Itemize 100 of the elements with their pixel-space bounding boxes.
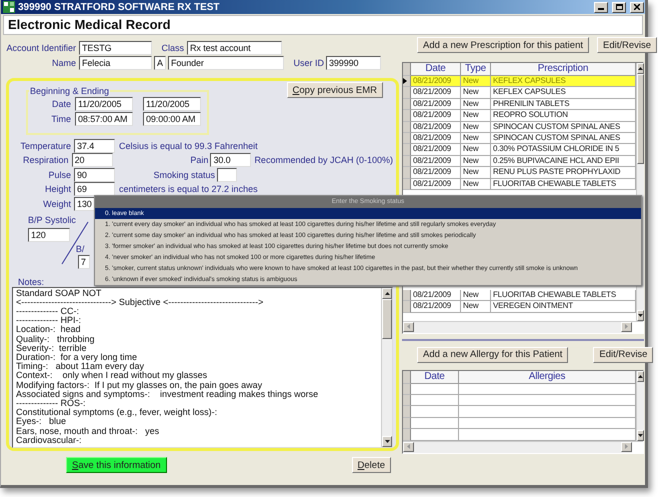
vertical-scrollbar[interactable]	[381, 288, 392, 447]
vertical-scrollbar[interactable]	[636, 370, 644, 441]
table-cell: 08/21/2009	[411, 156, 461, 168]
table-cell: New	[461, 110, 491, 122]
input-field[interactable]: 69	[74, 182, 115, 196]
input-field[interactable]: 20	[72, 153, 113, 168]
table-cell: 08/21/2009	[411, 167, 461, 179]
table-row[interactable]: 08/21/2009 New 0.25% BUPIVACAINE HCL AND EPII	[403, 156, 636, 168]
input-field[interactable]: 11/20/2005	[75, 97, 133, 111]
scroll-up-icon	[638, 67, 643, 70]
input-field[interactable]: Founder	[168, 56, 284, 70]
scroll-down-icon	[384, 440, 390, 443]
table-cell: 08/21/2009	[411, 76, 461, 88]
field-label: B/	[76, 244, 86, 254]
field-label: Temperature	[19, 141, 71, 151]
table-cell: 0.30% POTASSIUM CHLORIDE IN 5	[491, 144, 636, 156]
scroll-right-icon	[625, 444, 628, 450]
input-field[interactable]: 130	[74, 196, 96, 211]
scroll-down-icon	[638, 434, 643, 437]
input-field[interactable]: A	[154, 56, 166, 70]
column-header[interactable]: Type	[461, 63, 491, 76]
page-header: Electronic Medical Record	[3, 15, 643, 35]
table-row[interactable]: 08/21/2009 New FLUORITAB CHEWABLE TABLETS	[403, 290, 636, 302]
field-label: B/P Systolic	[28, 214, 76, 225]
column-header[interactable]: Allergies	[459, 370, 636, 384]
table-cell: KEFLEX CAPSULES	[491, 76, 636, 88]
table-cell: New	[461, 122, 491, 133]
field-label: Weight	[42, 198, 71, 209]
smoking-status-field[interactable]	[217, 168, 237, 182]
table-cell: New	[461, 98, 491, 110]
column-header[interactable]: Date	[411, 370, 459, 384]
field-label: Height	[44, 184, 71, 194]
input-field[interactable]: TESTG	[79, 41, 152, 55]
column-header[interactable]: Date	[411, 63, 461, 76]
table-row[interactable]: 08/21/2009 New RENU PLUS PASTE PROPHYLAXID	[403, 167, 636, 179]
table-cell: SPINOCAN CUSTOM SPINAL ANES	[491, 122, 636, 133]
input-field[interactable]: 7	[78, 254, 90, 269]
table-cell: 08/21/2009	[411, 110, 461, 122]
delete-button[interactable]: Delete	[352, 457, 391, 473]
field-label: Smoking status	[152, 170, 215, 180]
window-title: 399990 STRATFORD SOFTWARE RX TEST	[18, 2, 221, 12]
notes-text: Standard SOAP NOT <------------------------------> Subjective <------------------------------> -------------- CC-: -------------- HPI-: Location-: head Quality-: throbbing Severity-: terrible Duration-: for a very long time Timing-: about 11am every day Context-: only when I read without my glasses Modifying factors-: If I put my glasses on, the pain goes away Associated signs and symptoms-: investment reading makes things worse -------------- ROS-: Constitutional symptoms (e.g., fever, weight loss)-: Eyes-: blue Ears, nose, mouth and throat-: yes Cardiovascular-:	[15, 288, 320, 447]
table-cell: 08/21/2009	[411, 290, 461, 302]
add-allergy-button[interactable]: Add a new Allergy for this Patient	[417, 346, 568, 363]
table-row[interactable]: 08/21/2009 New KEFLEX CAPSULES	[403, 87, 636, 99]
edit-revise-button[interactable]: Edit/Revise	[593, 346, 654, 363]
scroll-down-icon	[638, 314, 643, 317]
table-cell: New	[461, 290, 491, 302]
table-cell	[411, 395, 459, 406]
input-field[interactable]: Felecia	[79, 56, 152, 70]
horizontal-scrollbar[interactable]	[403, 320, 643, 333]
input-field[interactable]: 90	[74, 168, 115, 182]
input-field[interactable]: 09:00:00 AM	[143, 112, 201, 126]
unit-note: centimeters is equal to 27.2 inches	[119, 184, 258, 194]
table-row[interactable]: 08/21/2009 New 0.30% POTASSIUM CHLORIDE IN 5	[403, 144, 636, 156]
column-header[interactable]: Prescription	[491, 63, 636, 76]
save-button[interactable]: Save this information	[66, 457, 167, 473]
field-label: Respiration	[22, 155, 69, 166]
input-field[interactable]: 08:57:00 AM	[75, 112, 133, 126]
row-selector[interactable]	[403, 76, 411, 88]
table-cell	[411, 384, 459, 396]
table-cell: PHRENILIN TABLETS	[491, 98, 636, 110]
scroll-thumb[interactable]	[637, 74, 644, 164]
scroll-left-icon	[407, 324, 410, 330]
table-cell	[411, 406, 459, 418]
unit-note: Celsius is equal to 99.3 Fahrenheit	[119, 141, 258, 151]
copy-emr-button[interactable]: Copy previous EMR	[286, 82, 383, 98]
app-icon	[3, 1, 15, 13]
table-cell: REOPRO SOLUTION	[491, 110, 636, 122]
scroll-left-icon	[407, 444, 410, 450]
notes-box[interactable]	[12, 286, 393, 448]
table-row[interactable]: 08/21/2009 New PHRENILIN TABLETS	[403, 98, 636, 110]
row-pointer-icon	[403, 78, 407, 84]
maximize-button[interactable]	[612, 2, 626, 12]
scroll-thumb[interactable]	[382, 298, 392, 339]
group-label: Beginning & Ending	[29, 86, 110, 96]
table-row[interactable]: 08/21/2009 New SPINOCAN CUSTOM SPINAL ANES	[403, 122, 636, 133]
grid-corner	[403, 370, 411, 384]
grid-corner	[403, 63, 411, 76]
close-button[interactable]	[630, 2, 644, 12]
edit-revise-button[interactable]: Edit/Revise	[597, 37, 658, 53]
input-field[interactable]: 37.4	[74, 139, 115, 153]
input-field[interactable]: Rx test account	[187, 41, 282, 55]
horizontal-scrollbar[interactable]	[403, 440, 643, 453]
field-label: Class	[160, 43, 184, 53]
input-field[interactable]: 120	[28, 228, 70, 242]
add-prescription-button[interactable]: Add a new Prescription for this patient	[417, 37, 590, 53]
field-label: Account Identifier	[6, 43, 76, 53]
minimize-button[interactable]	[594, 2, 608, 12]
input-field[interactable]: 11/20/2005	[143, 97, 201, 111]
table-cell: 08/21/2009	[411, 98, 461, 110]
input-field[interactable]: 399990	[326, 56, 381, 70]
table-cell	[411, 418, 459, 430]
table-row[interactable]: 08/21/2009 New SPINOCAN CUSTOM SPINAL ANES	[403, 132, 636, 144]
table-cell: New	[461, 167, 491, 179]
table-row[interactable]: 08/21/2009 New REOPRO SOLUTION	[403, 110, 636, 122]
table-cell: 0.25% BUPIVACAINE HCL AND EPII	[491, 156, 636, 168]
field-label: Notes:	[18, 276, 44, 287]
input-field[interactable]: 30.0	[210, 153, 252, 168]
table-cell: RENU PLUS PASTE PROPHYLAXID	[491, 167, 636, 179]
